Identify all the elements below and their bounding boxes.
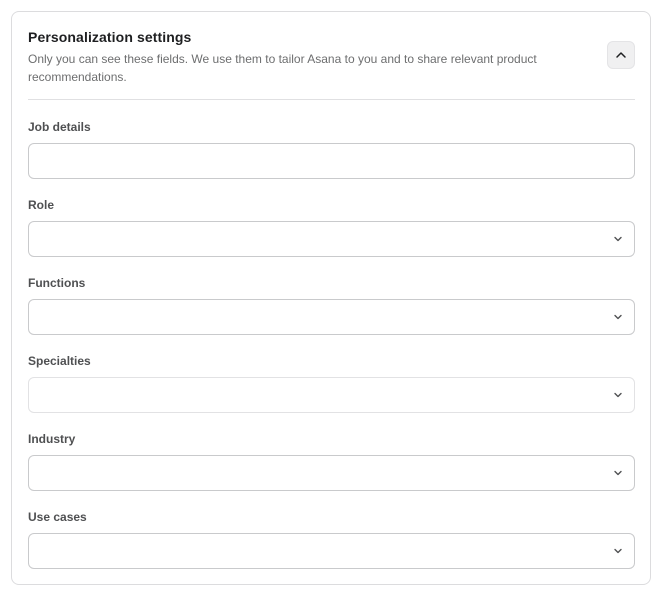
section-description: Only you can see these fields. We use th… <box>28 52 537 84</box>
chevron-down-icon <box>614 548 622 554</box>
chevron-down-icon <box>614 470 622 476</box>
chevron-up-icon <box>616 52 626 58</box>
section-divider <box>28 99 635 100</box>
chevron-down-icon <box>614 236 622 242</box>
specialties-select[interactable] <box>28 377 635 413</box>
chevron-down-icon <box>614 314 622 320</box>
industry-select[interactable] <box>28 455 635 491</box>
personalization-settings-card: Personalization settings Only you can se… <box>11 11 651 585</box>
collapse-section-button[interactable] <box>607 41 635 69</box>
functions-select[interactable] <box>28 299 635 335</box>
section-title: Personalization settings <box>28 29 192 45</box>
chevron-down-icon <box>614 392 622 398</box>
job-details-input[interactable] <box>29 144 634 178</box>
functions-label: Functions <box>28 276 86 290</box>
use-cases-select[interactable] <box>28 533 635 569</box>
use-cases-label: Use cases <box>28 510 87 524</box>
specialties-label: Specialties <box>28 354 91 368</box>
job-details-field[interactable] <box>28 143 635 179</box>
industry-label: Industry <box>28 432 76 446</box>
role-label: Role <box>28 198 55 212</box>
job-details-label: Job details <box>28 120 91 134</box>
role-select[interactable] <box>28 221 635 257</box>
